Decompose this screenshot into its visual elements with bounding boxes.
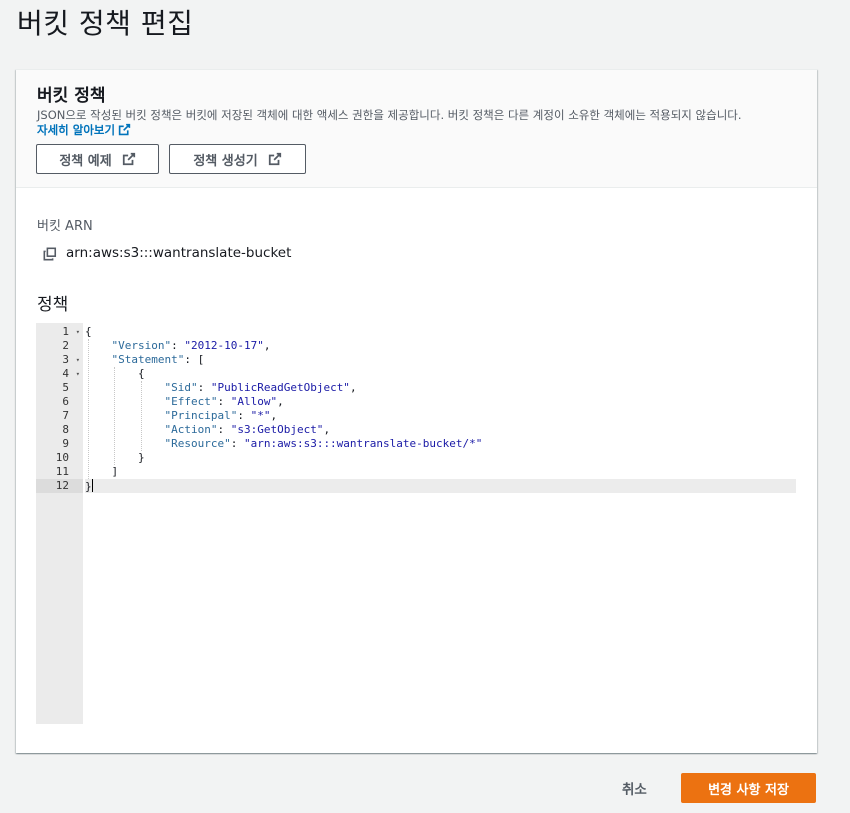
json-punctuation: , [349, 381, 357, 394]
json-separator: : [197, 381, 211, 394]
panel-title: 버킷 정책 [37, 86, 106, 106]
description-text: JSON으로 작성된 버킷 정책은 버킷에 저장된 객체에 대한 액세스 권한을… [37, 108, 742, 122]
json-separator: : [217, 395, 231, 408]
line-number: 12 [36, 479, 83, 493]
policy-generator-label: 정책 생성기 [193, 153, 258, 169]
line-number-text: 1 [62, 325, 69, 338]
json-key: "Principal" [164, 409, 238, 422]
panel-description: JSON으로 작성된 버킷 정책은 버킷에 저장된 객체에 대한 액세스 권한을… [37, 108, 797, 138]
fold-toggle-icon[interactable]: ▾ [76, 353, 80, 367]
json-value: "arn:aws:s3:::wantranslate-bucket/*" [243, 437, 483, 450]
indent-guide [114, 367, 116, 465]
json-punctuation: { [85, 325, 92, 338]
line-number: 1 ▾ [36, 325, 83, 339]
line-number-text: 7 [62, 409, 69, 422]
json-key: "Action" [164, 423, 218, 436]
line-number: 11 [36, 465, 83, 479]
line-number: 9 [36, 437, 83, 451]
code-line: "Sid": "PublicReadGetObject", [85, 381, 796, 395]
policy-generator-button[interactable]: 정책 생성기 [169, 144, 306, 174]
text-cursor [91, 479, 93, 492]
policy-examples-button[interactable]: 정책 예제 [36, 144, 159, 174]
json-separator: : [230, 437, 244, 450]
code-line: "Principal": "*", [85, 409, 796, 423]
bucket-arn-label: 버킷 ARN [37, 219, 93, 234]
learn-more-label: 자세히 알아보기 [37, 123, 116, 137]
code-line: "Statement": [ [85, 353, 796, 367]
indent-guide [88, 339, 89, 479]
line-number-text: 4 [62, 367, 69, 380]
json-value: "PublicReadGetObject" [210, 381, 350, 394]
line-number: 10 [36, 451, 83, 465]
json-punctuation: { [137, 367, 145, 380]
json-key: "Effect" [164, 395, 218, 408]
json-value: "Allow" [230, 395, 278, 408]
external-link-icon [268, 152, 281, 166]
json-value: "s3:GetObject" [230, 423, 324, 436]
json-key: "Statement" [111, 353, 185, 366]
line-number-text: 12 [55, 479, 69, 492]
code-line: ] [85, 465, 796, 479]
learn-more-link[interactable]: 자세히 알아보기 [37, 123, 131, 137]
indent-guide [140, 381, 142, 451]
policy-examples-label: 정책 예제 [59, 153, 112, 169]
line-number: 3 ▾ [36, 353, 83, 367]
json-punctuation: [ [197, 353, 205, 366]
line-number: 5 [36, 381, 83, 395]
line-number: 8 [36, 423, 83, 437]
line-number-text: 11 [55, 465, 69, 478]
json-punctuation: } [137, 451, 145, 464]
code-line: "Action": "s3:GetObject", [85, 423, 796, 437]
save-changes-button[interactable]: 변경 사항 저장 [681, 773, 816, 803]
json-key: "Version" [111, 339, 172, 352]
line-number: 7 [36, 409, 83, 423]
policy-code-editor[interactable]: 1 ▾ 2 3 ▾ 4 ▾ 5 6 7 8 9 10 11 12 { "Version": "2012-10… [36, 323, 796, 724]
line-number-text: 10 [55, 451, 69, 464]
line-number: 2 [36, 339, 83, 353]
json-punctuation: , [323, 423, 331, 436]
fold-toggle-icon[interactable]: ▾ [76, 325, 80, 339]
json-punctuation: } [85, 480, 92, 493]
line-number: 4 ▾ [36, 367, 83, 381]
json-punctuation: , [263, 339, 271, 352]
code-line: { [85, 325, 796, 339]
code-line: "Effect": "Allow", [85, 395, 796, 409]
fold-toggle-icon[interactable]: ▾ [76, 367, 80, 381]
json-separator: : [237, 409, 251, 422]
json-key: "Sid" [164, 381, 198, 394]
external-link-icon [118, 123, 131, 136]
copy-icon[interactable] [43, 247, 57, 261]
bucket-policy-panel: 버킷 정책 JSON으로 작성된 버킷 정책은 버킷에 저장된 객체에 대한 액… [16, 69, 817, 753]
json-punctuation: , [277, 395, 284, 408]
line-number: 6 [36, 395, 83, 409]
code-line: } [85, 451, 796, 465]
panel-header: 버킷 정책 JSON으로 작성된 버킷 정책은 버킷에 저장된 객체에 대한 액… [16, 70, 817, 188]
cancel-button[interactable]: 취소 [622, 778, 647, 798]
code-line: "Resource": "arn:aws:s3:::wantranslate-b… [85, 437, 796, 451]
line-number-text: 2 [62, 339, 69, 352]
json-value: "*" [250, 409, 271, 422]
code-line: } [85, 479, 796, 493]
json-separator: : [184, 353, 198, 366]
line-number-text: 8 [62, 423, 69, 436]
line-number-text: 3 [62, 353, 69, 366]
code-line: "Version": "2012-10-17", [85, 339, 796, 353]
line-number-text: 5 [62, 381, 69, 394]
bucket-arn-value: arn:aws:s3:::wantranslate-bucket [66, 245, 292, 261]
json-punctuation: ] [111, 465, 119, 478]
json-key: "Resource" [164, 437, 231, 450]
json-separator: : [171, 339, 185, 352]
json-value: "2012-10-17" [184, 339, 264, 352]
external-link-icon [122, 152, 135, 166]
line-number-text: 6 [62, 395, 69, 408]
policy-label: 정책 [37, 295, 69, 315]
json-separator: : [217, 423, 231, 436]
editor-gutter: 1 ▾ 2 3 ▾ 4 ▾ 5 6 7 8 9 10 11 12 [36, 323, 83, 724]
line-number-text: 9 [62, 437, 69, 450]
json-punctuation: , [270, 409, 278, 422]
page-title: 버킷 정책 편집 [17, 7, 194, 40]
code-line: { [85, 367, 796, 381]
